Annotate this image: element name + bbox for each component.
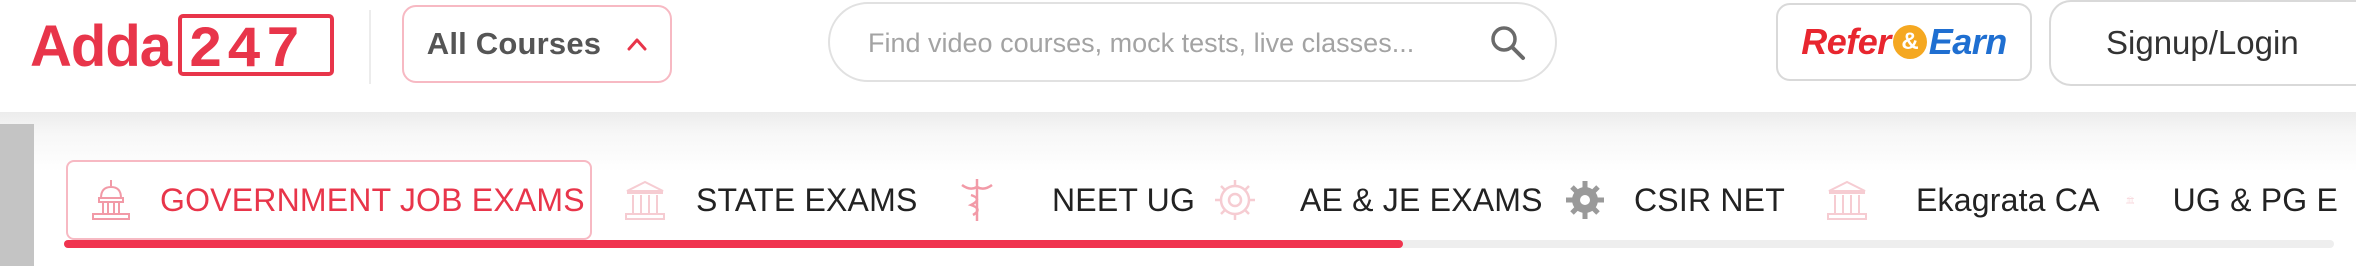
svg-text:247: 247 <box>188 19 304 76</box>
tab-government-job-exams[interactable]: GOVERNMENT JOB EXAMS <box>66 160 592 240</box>
tab-label: STATE EXAMS <box>696 181 918 218</box>
tab-scroll-indicator[interactable] <box>64 240 1403 248</box>
adda247-logo-mark: Adda 247 <box>30 14 334 76</box>
search-bar <box>828 2 1557 82</box>
svg-text:Adda: Adda <box>30 14 173 76</box>
state-building-icon <box>1827 180 1867 220</box>
tab-ug-pg-exams[interactable]: UG & PG E <box>2126 160 2338 240</box>
earn-label: Earn <box>1928 21 2008 62</box>
tab-label: Ekagrata CA <box>1916 181 2100 218</box>
state-building-icon <box>625 180 665 220</box>
ampersand-badge: & <box>1892 25 1927 59</box>
engineering-gear-icon <box>1215 180 1255 220</box>
tab-csir-net[interactable]: CSIR NET <box>1562 160 1785 240</box>
tab-label: GOVERNMENT JOB EXAMS <box>160 181 585 218</box>
tab-state-exams[interactable]: STATE EXAMS <box>622 160 918 240</box>
all-courses-dropdown[interactable]: All Courses <box>402 5 672 83</box>
capitol-building-icon <box>92 180 130 220</box>
state-building-icon <box>2126 196 2135 204</box>
chevron-up-icon <box>627 38 647 51</box>
tab-label: NEET UG <box>1052 181 1196 218</box>
tab-ekagrata-ca[interactable]: Ekagrata CA <box>1824 160 2100 240</box>
caduceus-icon <box>961 179 993 221</box>
signup-login-label: Signup/Login <box>2106 24 2299 61</box>
tab-label: CSIR NET <box>1634 181 1785 218</box>
signup-login-button[interactable]: Signup/Login <box>2049 0 2356 86</box>
refer-label: Refer <box>1801 21 1891 62</box>
adda247-logo[interactable]: Adda 247 <box>30 14 336 76</box>
tab-label: UG & PG E <box>2172 181 2338 218</box>
logo-divider <box>369 10 371 84</box>
refer-and-earn-logo: Refer & Earn <box>1801 21 2007 63</box>
tab-neet-ug[interactable]: NEET UG <box>954 160 1195 240</box>
search-input[interactable] <box>868 18 1448 68</box>
all-courses-label: All Courses <box>426 26 602 61</box>
gear-icon <box>1566 181 1604 219</box>
top-header: Adda 247 All Courses Refer & Earn Signup… <box>0 0 2356 112</box>
tab-ae-je-exams[interactable]: AE & JE EXAMS <box>1212 160 1543 240</box>
search-icon[interactable] <box>1488 23 1528 63</box>
scroll-left-handle[interactable] <box>0 124 34 266</box>
refer-and-earn-button[interactable]: Refer & Earn <box>1776 3 2032 81</box>
tab-label: AE & JE EXAMS <box>1300 181 1543 218</box>
